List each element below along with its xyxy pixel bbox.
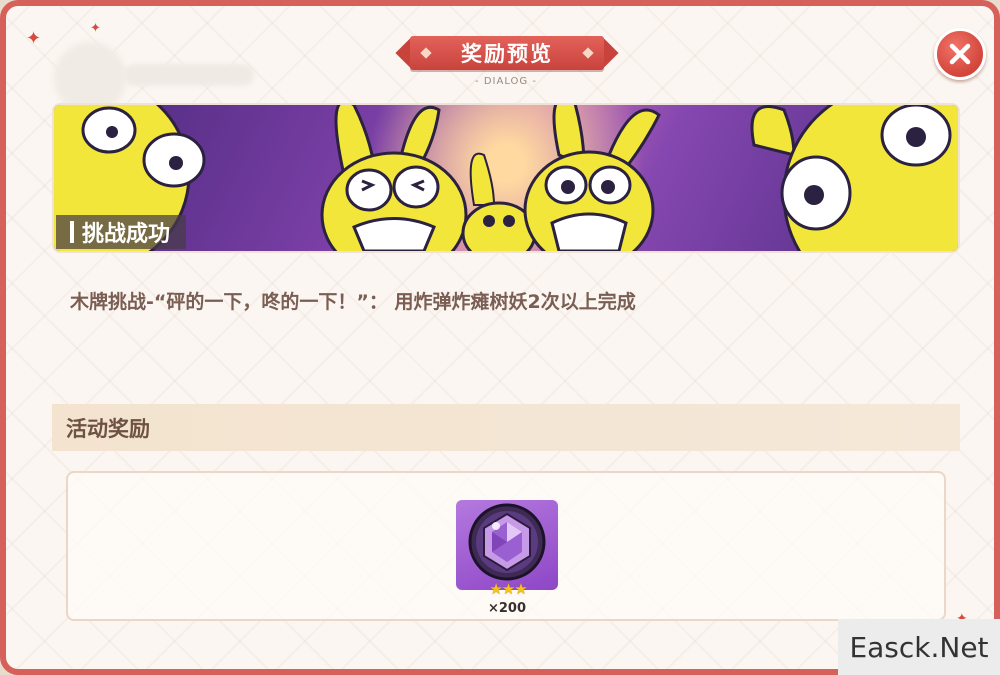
close-button[interactable] xyxy=(934,28,986,80)
challenge-banner: 挑战成功 xyxy=(52,103,960,253)
reward-rarity-stars: ★★★ xyxy=(489,580,527,598)
purple-gem-orb-icon xyxy=(468,503,546,581)
maple-leaf-icon: ✦ xyxy=(26,28,42,49)
dialog-subtitle: - DIALOG - xyxy=(475,76,537,87)
watermark: Easck.Net xyxy=(838,619,1000,675)
challenge-success-text: 挑战成功 xyxy=(82,222,171,247)
close-x-icon xyxy=(949,43,971,65)
rewards-section-header: 活动奖励 xyxy=(52,404,960,451)
dialog-frame: ✦ ✦ ✦ 奖励预览 - DIALOG - xyxy=(0,0,1000,675)
blurred-username xyxy=(124,64,254,86)
dialog-title-banner: 奖励预览 xyxy=(394,36,620,70)
rabbit-characters-illustration xyxy=(54,105,958,251)
dialog-title: 奖励预览 xyxy=(461,42,553,66)
maple-leaf-icon: ✦ xyxy=(90,21,101,36)
reward-quantity: ×200 xyxy=(487,601,527,616)
rewards-section-title: 活动奖励 xyxy=(66,416,150,441)
challenge-description: 木牌挑战-“砰的一下，咚的一下！”： 用炸弹炸瘫树妖2次以上完成 xyxy=(70,291,636,313)
reward-item[interactable] xyxy=(456,500,558,590)
challenge-success-label: 挑战成功 xyxy=(56,215,187,249)
